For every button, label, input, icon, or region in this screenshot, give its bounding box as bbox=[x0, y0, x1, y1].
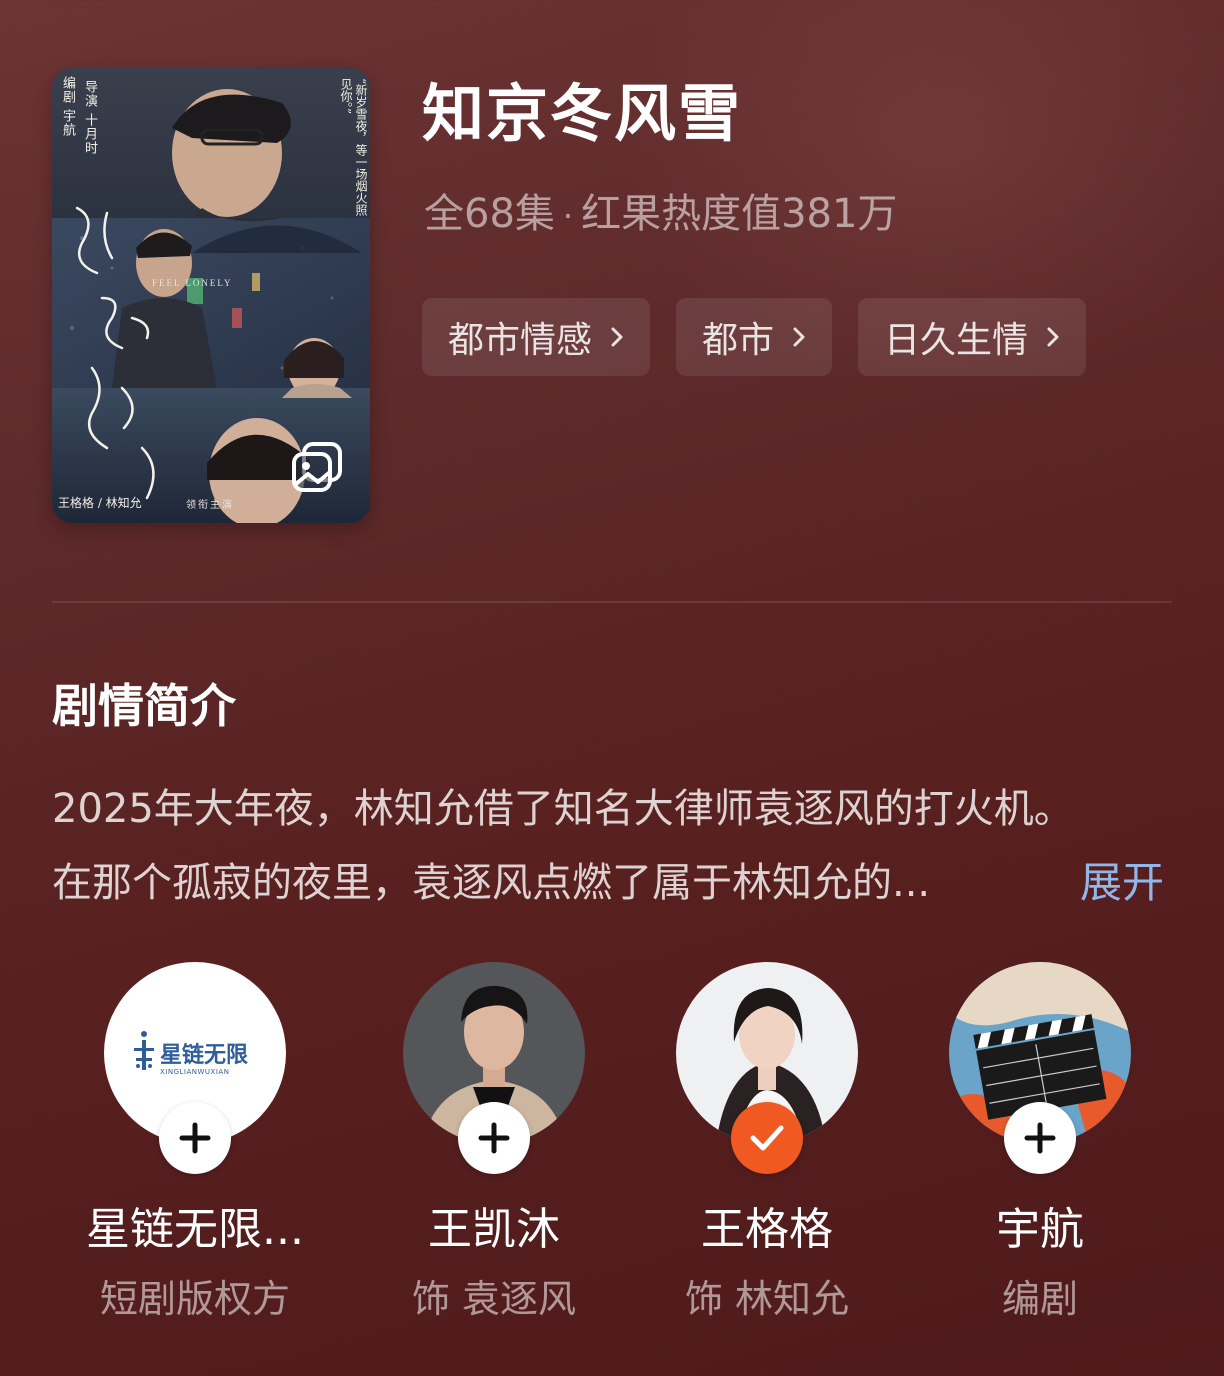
cast-role: 饰 袁逐风 bbox=[411, 1277, 577, 1321]
meta-separator: · bbox=[562, 197, 574, 235]
section-divider bbox=[52, 601, 1172, 603]
cast-name: 宇航 bbox=[996, 1204, 1084, 1255]
followed-button[interactable] bbox=[731, 1102, 803, 1174]
svg-text:星链无限: 星链无限 bbox=[160, 1042, 248, 1068]
chevron-right-icon bbox=[1047, 327, 1059, 347]
plus-icon bbox=[478, 1122, 510, 1154]
synopsis-text: 2025年大年夜，林知允借了知名大律师袁逐风的打火机。 在那个孤寂的夜里，袁逐风… bbox=[52, 772, 1192, 920]
cast-name: 王格格 bbox=[701, 1204, 833, 1255]
cast-role: 编剧 bbox=[1001, 1277, 1078, 1321]
tag-label: 日久生情 bbox=[884, 320, 1029, 361]
poster-credit-writer: 编剧 宇航 bbox=[60, 76, 75, 138]
check-icon bbox=[750, 1125, 784, 1151]
poster-cast-strip: 王格格 / 林知允 bbox=[58, 496, 142, 510]
chevron-right-icon bbox=[793, 327, 805, 347]
cast-role: 饰 林知允 bbox=[684, 1277, 850, 1321]
drama-poster[interactable]: 编剧 宇航 导演 十月时 “新岁雪夜，等一场烟火照见你。” FEEL LONEL… bbox=[52, 68, 370, 523]
heat-value: 红果热度值381万 bbox=[581, 191, 898, 237]
expand-link[interactable]: 展开 bbox=[1080, 846, 1164, 920]
poster-lead-strip: 领衔主演 bbox=[186, 500, 234, 511]
cast-item-writer: 宇航 编剧 bbox=[900, 962, 1180, 1321]
synopsis-line-2: 在那个孤寂的夜里，袁逐风点燃了属于林知允的... bbox=[52, 860, 931, 906]
tag-label: 都市 bbox=[702, 320, 775, 361]
episode-count: 全68集 bbox=[424, 191, 555, 237]
follow-button[interactable] bbox=[159, 1102, 231, 1174]
tag-urban[interactable]: 都市 bbox=[676, 298, 833, 376]
follow-button[interactable] bbox=[1004, 1102, 1076, 1174]
drama-title: 知京冬风雪 bbox=[422, 77, 743, 150]
cast-item-actor: 王凯沐 饰 袁逐风 bbox=[354, 962, 634, 1321]
poster-credit-director: 导演 十月时 bbox=[82, 80, 97, 156]
cast-role: 短剧版权方 bbox=[99, 1277, 290, 1321]
svg-text:XINGLIANWUXIAN: XINGLIANWUXIAN bbox=[160, 1068, 229, 1076]
cast-name: 星链无限... bbox=[86, 1204, 304, 1255]
plus-icon bbox=[179, 1122, 211, 1154]
poster-feel-text: FEEL LONELY bbox=[152, 278, 233, 288]
cast-item-actress: 王格格 饰 林知允 bbox=[627, 962, 907, 1321]
plus-icon bbox=[1024, 1122, 1056, 1154]
follow-button[interactable] bbox=[458, 1102, 530, 1174]
gallery-icon[interactable] bbox=[290, 438, 346, 494]
drama-meta: 全68集 · 红果热度值381万 bbox=[424, 186, 897, 244]
tag-slow-burn[interactable]: 日久生情 bbox=[858, 298, 1087, 376]
chevron-right-icon bbox=[611, 327, 623, 347]
tag-list: 都市情感 都市 日久生情 bbox=[422, 298, 1087, 376]
synopsis-heading: 剧情简介 bbox=[52, 679, 236, 733]
synopsis-line-1: 2025年大年夜，林知允借了知名大律师袁逐风的打火机。 bbox=[52, 786, 1074, 832]
cast-name: 王凯沐 bbox=[428, 1204, 560, 1255]
cast-item-producer: 星链无限 XINGLIANWUXIAN 星链无限... 短剧版权方 bbox=[55, 962, 335, 1321]
tag-label: 都市情感 bbox=[448, 320, 593, 361]
tag-urban-romance[interactable]: 都市情感 bbox=[422, 298, 651, 376]
poster-quote: “新岁雪夜，等一场烟火照见你。” bbox=[339, 78, 368, 217]
